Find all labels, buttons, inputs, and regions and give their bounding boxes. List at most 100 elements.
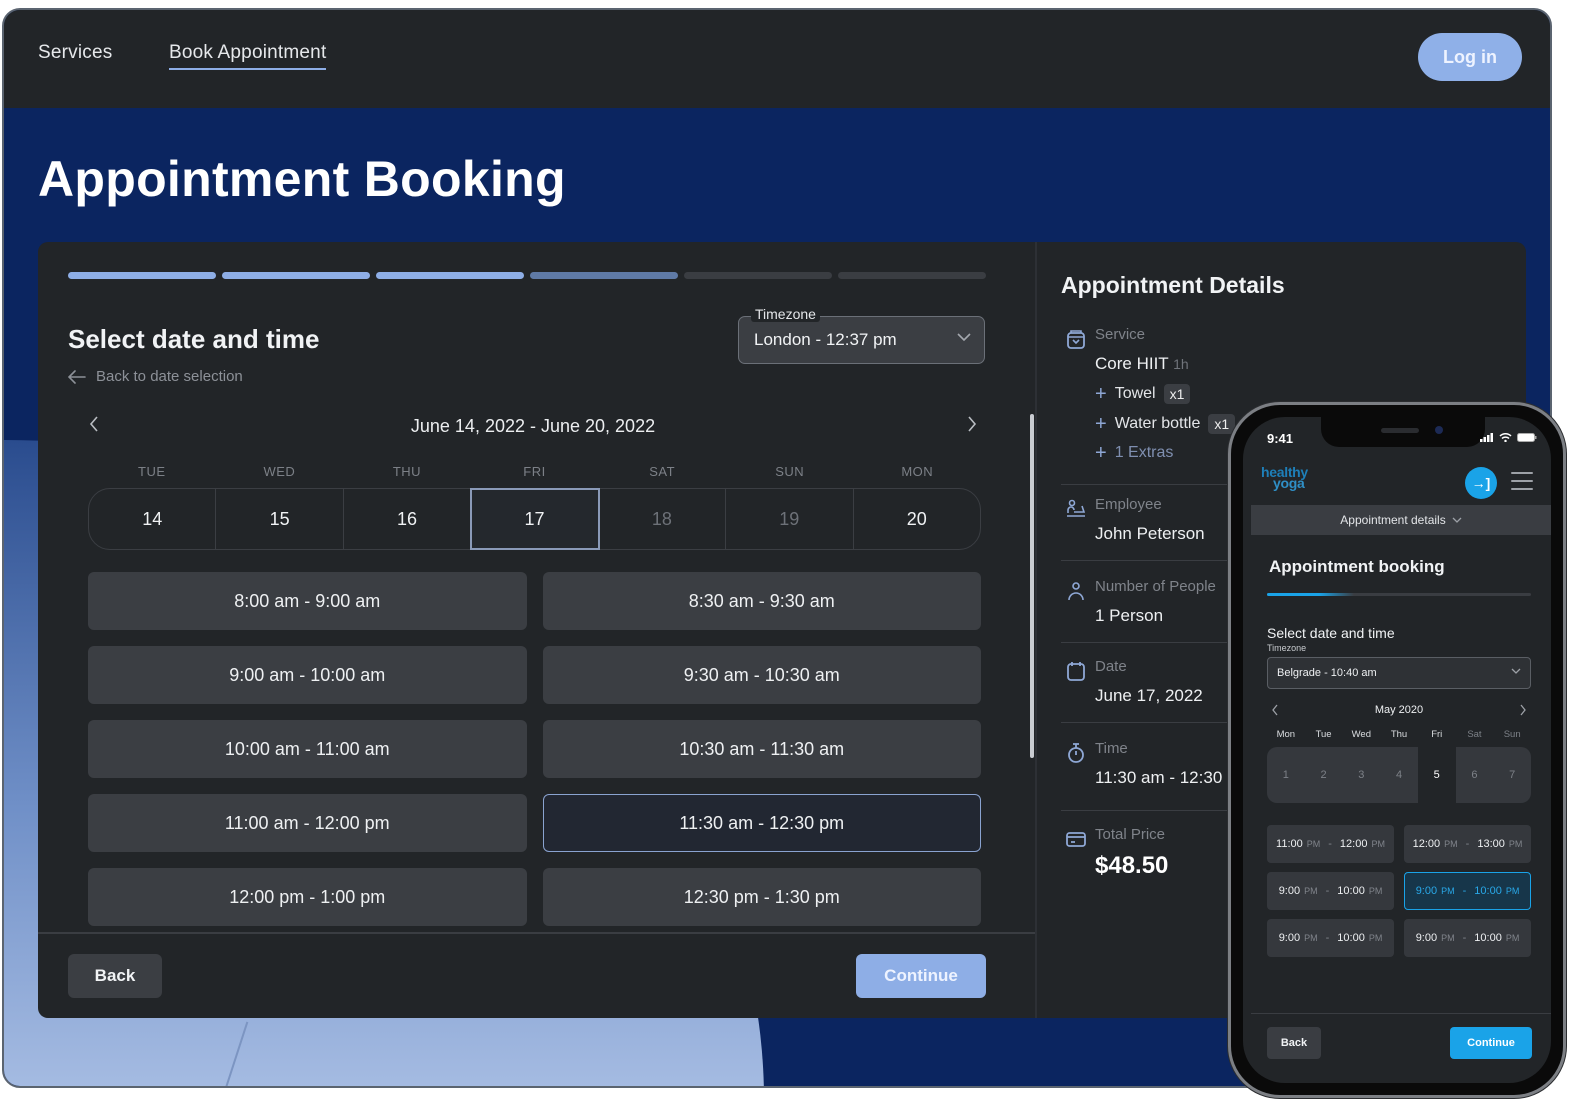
people-value: 1 Person (1095, 606, 1164, 625)
service-duration: 1h (1173, 356, 1189, 372)
status-icons (1480, 433, 1537, 442)
slot-end-ampm: PM (1368, 933, 1383, 943)
mobile-next-month-button[interactable] (1519, 703, 1527, 721)
time-slot[interactable]: 8:00 am - 9:00 am (88, 572, 527, 630)
mobile-day-cell[interactable]: 4 (1380, 747, 1418, 803)
stopwatch-icon (1068, 743, 1084, 763)
slot-end: 12:00 (1339, 838, 1368, 850)
back-to-date-label: Back to date selection (96, 368, 243, 385)
price-value: $48.50 (1095, 852, 1169, 879)
slot-end-ampm: PM (1505, 933, 1520, 943)
step-progress (68, 272, 986, 279)
back-button[interactable]: Back (68, 954, 162, 998)
extra-qty: x1 (1163, 384, 1191, 404)
mobile-time-slot[interactable]: 9:00 PM -10:00 PM (1267, 919, 1394, 957)
slot-end-ampm: PM (1508, 839, 1523, 849)
mobile-weekday-label: Wed (1351, 729, 1371, 740)
week-range-label: June 14, 2022 - June 20, 2022 (410, 416, 656, 436)
day-cell[interactable]: 20 (854, 489, 980, 549)
progress-step (684, 272, 832, 279)
time-slot[interactable]: 9:30 am - 10:30 am (542, 646, 981, 704)
mobile-month-navigator: May 2020 (1267, 703, 1531, 719)
mobile-time-slot[interactable]: 9:00 PM -10:00 PM (1404, 872, 1531, 910)
mobile-back-button[interactable]: Back (1267, 1027, 1321, 1059)
mobile-time-slot[interactable]: 12:00 PM -13:00 PM (1404, 825, 1531, 863)
healthy-yoga-logo[interactable]: healthy yoga (1261, 465, 1308, 490)
appointment-details-toggle[interactable]: Appointment details (1251, 505, 1551, 535)
extra-name: Water bottle (1114, 415, 1201, 432)
page-title: Appointment Booking (38, 151, 566, 207)
mobile-day-picker: 1234567 (1267, 747, 1531, 803)
mobile-time-slot[interactable]: 9:00 PM -10:00 PM (1267, 872, 1394, 910)
date-value: June 17, 2022 (1095, 686, 1203, 705)
chevron-down-icon (1452, 517, 1462, 523)
time-slot[interactable]: 9:00 am - 10:00 am (88, 646, 527, 704)
weekday-label: THU (392, 464, 422, 479)
day-cell[interactable]: 15 (216, 489, 344, 549)
login-icon[interactable]: →] (1465, 467, 1497, 499)
mobile-day-cell[interactable]: 7 (1493, 747, 1531, 803)
timezone-value: London - 12:37 pm (754, 330, 897, 349)
timezone-select[interactable]: Timezone London - 12:37 pm (738, 306, 985, 364)
time-slot[interactable]: 8:30 am - 9:30 am (542, 572, 981, 630)
more-extras-link[interactable]: +1 Extras (1095, 443, 1173, 463)
progress-step (530, 272, 678, 279)
slot-start-ampm: PM (1441, 933, 1455, 943)
slot-end-ampm: PM (1368, 886, 1383, 896)
slot-start: 9:00 (1415, 932, 1438, 944)
mobile-section-title: Select date and time (1267, 625, 1395, 641)
login-button[interactable]: Log in (1418, 33, 1522, 81)
time-slot[interactable]: 10:30 am - 11:30 am (542, 720, 981, 778)
progress-step (838, 272, 986, 279)
continue-button[interactable]: Continue (856, 954, 986, 998)
nav-services[interactable]: Services (38, 42, 112, 64)
nav-book-appointment[interactable]: Book Appointment (169, 42, 327, 70)
time-slot[interactable]: 10:00 am - 11:00 am (88, 720, 527, 778)
speaker-grille (1381, 428, 1419, 433)
mobile-time-slot[interactable]: 9:00 PM -10:00 PM (1404, 919, 1531, 957)
slots-scrollbar[interactable] (1030, 414, 1034, 758)
time-slot[interactable]: 11:30 am - 12:30 pm (542, 794, 981, 852)
person-icon (1068, 582, 1084, 601)
timezone-label: Timezone (751, 306, 820, 322)
mobile-timezone-select[interactable]: Belgrade - 10:40 am (1267, 657, 1531, 689)
mobile-day-cell[interactable]: 2 (1305, 747, 1343, 803)
mobile-time-slot-grid: 11:00 PM -12:00 PM 12:00 PM -13:00 PM 9:00 PM -10:… (1267, 825, 1531, 957)
mobile-progress-bar (1267, 593, 1531, 596)
slot-end: 10:00 (1337, 885, 1365, 897)
footer-divider (38, 932, 1035, 934)
day-cell[interactable]: 14 (89, 489, 217, 549)
mobile-day-cell[interactable]: 6 (1456, 747, 1494, 803)
slot-end: 10:00 (1474, 932, 1502, 944)
mobile-page-title: Appointment booking (1269, 557, 1445, 576)
mobile-timezone-value: Belgrade - 10:40 am (1277, 667, 1377, 679)
weekday-label: WED (263, 464, 296, 479)
slot-start: 9:00 (1415, 885, 1438, 897)
plus-icon: + (1095, 442, 1107, 464)
mobile-day-cell[interactable]: 3 (1342, 747, 1380, 803)
back-to-date-link[interactable]: Back to date selection (68, 368, 243, 385)
time-slot[interactable]: 11:00 am - 12:00 pm (88, 794, 527, 852)
front-camera (1435, 426, 1443, 434)
slot-end: 10:00 (1337, 932, 1365, 944)
next-week-button[interactable] (966, 414, 978, 439)
phone-notch (1321, 417, 1485, 447)
details-toggle-label: Appointment details (1340, 513, 1446, 527)
mobile-day-cell[interactable]: 1 (1267, 747, 1305, 803)
mobile-weekday-label: Thu (1390, 729, 1408, 740)
day-cell: 18 (599, 489, 727, 549)
mobile-weekday-header: Mon Tue Wed Thu Fri Sat Sun (1267, 729, 1531, 740)
day-cell[interactable]: 16 (344, 489, 472, 549)
chevron-right-icon (968, 416, 977, 432)
time-slot[interactable]: 12:30 pm - 1:30 pm (542, 868, 981, 926)
mobile-month-label: May 2020 (1374, 704, 1424, 716)
hamburger-menu-icon[interactable] (1511, 472, 1533, 496)
mobile-day-cell[interactable]: 5 (1417, 747, 1456, 803)
mobile-continue-button[interactable]: Continue (1450, 1027, 1532, 1059)
mobile-footer-divider (1251, 1013, 1551, 1014)
time-slot[interactable]: 12:00 pm - 1:00 pm (88, 868, 527, 926)
mobile-time-slot[interactable]: 11:00 PM -12:00 PM (1267, 825, 1394, 863)
day-cell[interactable]: 17 (470, 488, 600, 550)
extra-item: + Towel x1 (1095, 384, 1191, 404)
employee-desk-icon (1067, 499, 1086, 517)
